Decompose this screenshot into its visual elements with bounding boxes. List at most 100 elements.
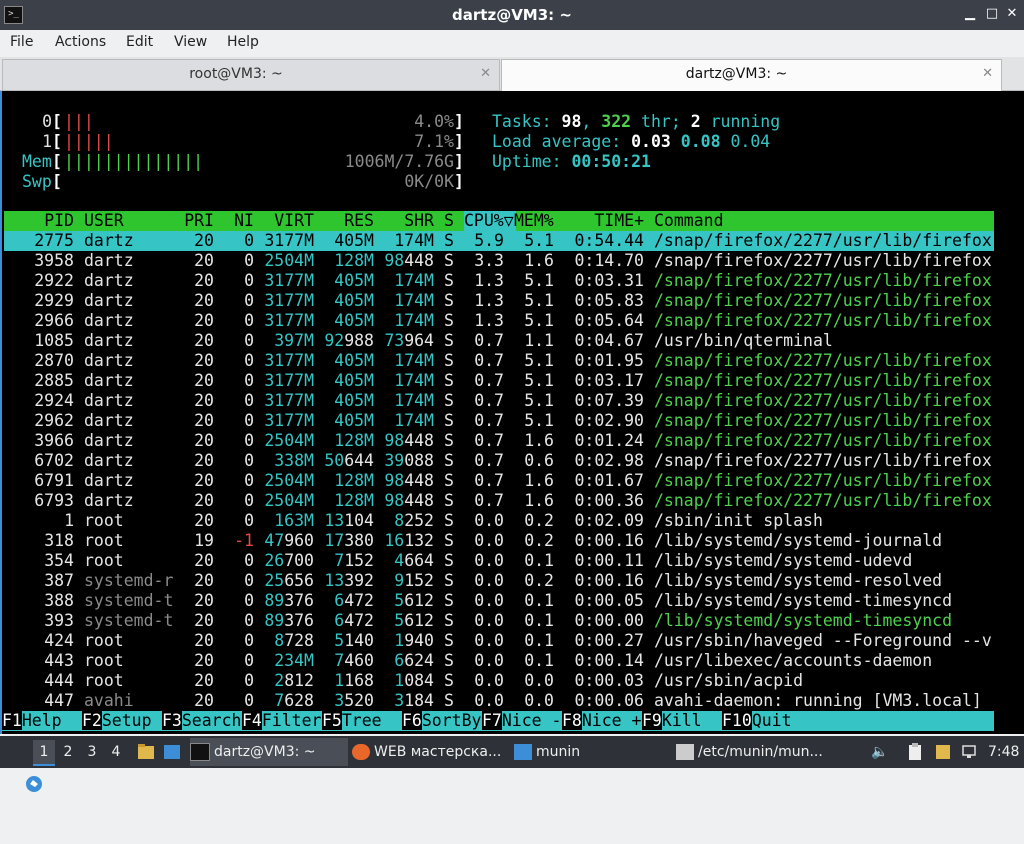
table-row[interactable]: 3966 dartz 20 0 2504M 128M 98448 S 0.7 1.6 0:01.24… <box>4 431 994 451</box>
cell-shr: 4664 <box>394 551 434 570</box>
minimize-button[interactable]: ▁ <box>962 6 978 22</box>
table-row[interactable]: 424 root 20 0 8728 5140 1940 S 0.0 0.1 0:00.27/usr… <box>4 631 994 651</box>
fkey-f7[interactable]: F7Nice - <box>482 711 561 731</box>
cell-user: root <box>84 651 124 670</box>
cell-time: 0:07.39 <box>574 391 644 410</box>
fkey-f3[interactable]: F3Search <box>162 711 241 731</box>
table-row[interactable]: 2922 dartz 20 0 3177M 405M 174M S 1.3 5.1 0:03.31 /… <box>4 271 994 291</box>
table-row[interactable]: 2962 dartz 20 0 3177M 405M 174M S 0.7 5.1 0:02.90 /… <box>4 411 994 431</box>
desktop-2[interactable]: 2 <box>57 740 79 764</box>
task-terminal[interactable]: dartz@VM3: ~ <box>190 738 348 766</box>
table-row[interactable]: 2966 dartz 20 0 3177M 405M 174M S 1.3 5.1 0:05.64 /… <box>4 311 994 331</box>
menu-actions[interactable]: Actions <box>55 34 106 50</box>
cell-shr: 174M <box>394 231 434 250</box>
tab-dartz[interactable]: dartz@VM3: ~ ✕ <box>501 59 1002 91</box>
maximize-button[interactable]: □ <box>984 6 1000 22</box>
volume-icon[interactable]: 🔈 <box>870 736 890 768</box>
table-row[interactable]: 3958 dartz 20 0 2504M 128M 98448 S 3.3 1.6 0:14.70… <box>4 251 994 271</box>
fkey-f8[interactable]: F8Nice + <box>562 711 641 731</box>
show-desktop-icon[interactable] <box>162 736 184 768</box>
fkey-f10[interactable]: F10Quit <box>722 711 811 731</box>
col-user[interactable]: USER <box>84 211 124 231</box>
col-ni[interactable]: NI <box>214 211 254 231</box>
table-row[interactable]: 444 root 20 0 2812 1168 1084 S 0.0 0.0 0:00.03/usr… <box>4 671 994 691</box>
tab-close-icon[interactable]: ✕ <box>480 66 491 81</box>
fkey-f6[interactable]: F6SortBy <box>402 711 481 731</box>
cell-s: S <box>444 491 454 510</box>
table-row-selected[interactable]: 2775 dartz 20 0 3177M 405M 174M S 5.9 5.1 0:54.44 /… <box>4 231 994 251</box>
table-row[interactable]: 393 systemd-t 20 0 89376 6472 5612 S 0.0 0.1 0:00.… <box>4 611 994 631</box>
fkey-f9[interactable]: F9Kill <box>642 711 721 731</box>
col-mem[interactable]: MEM% <box>514 211 554 231</box>
fkey-label: SortBy <box>421 711 482 730</box>
file-manager-icon[interactable] <box>136 736 158 768</box>
network-icon[interactable] <box>960 736 980 768</box>
cell-s: S <box>444 271 454 290</box>
table-row[interactable]: 354 root 20 0 26700 7152 4664 S 0.0 0.1 0:00.11/li… <box>4 551 994 571</box>
cell-cpu: 0.0 <box>474 611 504 630</box>
cell-s: S <box>444 451 454 470</box>
fkey-f1[interactable]: F1Help <box>2 711 81 731</box>
col-state[interactable]: S <box>444 211 454 231</box>
menu-view[interactable]: View <box>174 34 207 50</box>
cell-pid: 1 <box>64 511 74 530</box>
close-button[interactable]: ✕ <box>1004 6 1020 22</box>
cell-cpu: 5.9 <box>474 231 504 250</box>
cell-res: 6472 <box>334 611 374 630</box>
menu-edit[interactable]: Edit <box>126 34 153 50</box>
menu-file[interactable]: File <box>10 34 33 50</box>
cell-ni: 0 <box>244 291 254 310</box>
cell-pri: 20 <box>194 431 214 450</box>
menu-help[interactable]: Help <box>227 34 259 50</box>
table-row[interactable]: 318 root 19 -1 47960 17380 16132 S 0.0 0.2 0:00.16… <box>4 531 994 551</box>
task-firefox[interactable]: WEB мастерска... <box>352 738 510 766</box>
table-row[interactable]: 6791 dartz 20 0 2504M 128M 98448 S 0.7 1.6 0:01.67… <box>4 471 994 491</box>
col-pid[interactable]: PID <box>4 211 74 231</box>
terminal-area[interactable]: 0 [ ||| 4.0% ] 1 [ ||||| 7.1% ] Mem [ ||… <box>0 91 1024 734</box>
table-row[interactable]: 6793 dartz 20 0 2504M 128M 98448 S 0.7 1.6 0:00.36… <box>4 491 994 511</box>
col-command[interactable]: Command <box>654 211 724 231</box>
clipboard-icon[interactable] <box>906 736 926 768</box>
cell-user: dartz <box>84 311 134 330</box>
cell-shr: 1940 <box>394 631 434 650</box>
cell-user: root <box>84 551 124 570</box>
table-row[interactable]: 447 avahi 20 0 7628 3520 3184 S 0.0 0.0 0:00.06 ava… <box>4 691 994 711</box>
col-time[interactable]: TIME+ <box>564 211 644 231</box>
cell-pid: 6793 <box>34 491 74 510</box>
desktop-4[interactable]: 4 <box>105 740 127 764</box>
table-row[interactable]: 1085 dartz 20 0 397M 92988 73964 S 0.7 1.1 0:04.67… <box>4 331 994 351</box>
fkey-f5[interactable]: F5Tree <box>322 711 401 731</box>
table-row[interactable]: 1 root 20 0 163M 13104 8252 S 0.0 0.2 0:02.09/sbin… <box>4 511 994 531</box>
desktop-3[interactable]: 3 <box>81 740 103 764</box>
col-shr[interactable]: SHR <box>374 211 434 231</box>
fkey-f2[interactable]: F2Setup <box>82 711 161 731</box>
col-res[interactable]: RES <box>314 211 374 231</box>
start-menu-icon[interactable] <box>5 736 42 792</box>
table-row[interactable]: 2924 dartz 20 0 3177M 405M 174M S 0.7 5.1 0:07.39 /… <box>4 391 994 411</box>
tab-root[interactable]: root@VM3: ~ ✕ <box>2 59 500 90</box>
fkey-f4[interactable]: F4Filter <box>242 711 321 731</box>
updates-icon[interactable] <box>934 736 954 768</box>
table-row[interactable]: 443 root 20 0 234M 7460 6624 S 0.0 0.1 0:00.14/usr… <box>4 651 994 671</box>
table-row[interactable]: 387 systemd-r 20 0 25656 13392 9152 S 0.0 0.2 0:00… <box>4 571 994 591</box>
table-row[interactable]: 2929 dartz 20 0 3177M 405M 174M S 1.3 5.1 0:05.83 /… <box>4 291 994 311</box>
cell-shr: 174M <box>394 271 434 290</box>
cell-time: 0:00.00 <box>574 611 644 630</box>
tab-close-icon[interactable]: ✕ <box>982 66 993 81</box>
table-row[interactable]: 6702 dartz 20 0 338M 50644 39088 S 0.7 0.6 0:02.98… <box>4 451 994 471</box>
task-editor[interactable]: /etc/munin/mun... <box>676 738 834 766</box>
table-row[interactable]: 2870 dartz 20 0 3177M 405M 174M S 0.7 5.1 0:01.95 /… <box>4 351 994 371</box>
col-pri[interactable]: PRI <box>164 211 214 231</box>
cell-pid: 447 <box>44 691 74 710</box>
desktop-1[interactable]: 1 <box>33 740 55 766</box>
cell-pid: 387 <box>44 571 74 590</box>
col-virt[interactable]: VIRT <box>254 211 314 231</box>
task-munin[interactable]: munin <box>514 738 672 766</box>
col-cpu[interactable]: CPU%▽ <box>464 211 514 231</box>
fkey-key: F6 <box>402 711 422 730</box>
cell-cmd: /usr/sbin/acpid <box>654 671 804 690</box>
table-row[interactable]: 388 systemd-t 20 0 89376 6472 5612 S 0.0 0.1 0:00.… <box>4 591 994 611</box>
table-row[interactable]: 2885 dartz 20 0 3177M 405M 174M S 0.7 5.1 0:03.17 /… <box>4 371 994 391</box>
cell-mem: 5.1 <box>524 351 554 370</box>
cell-pri: 20 <box>194 291 214 310</box>
